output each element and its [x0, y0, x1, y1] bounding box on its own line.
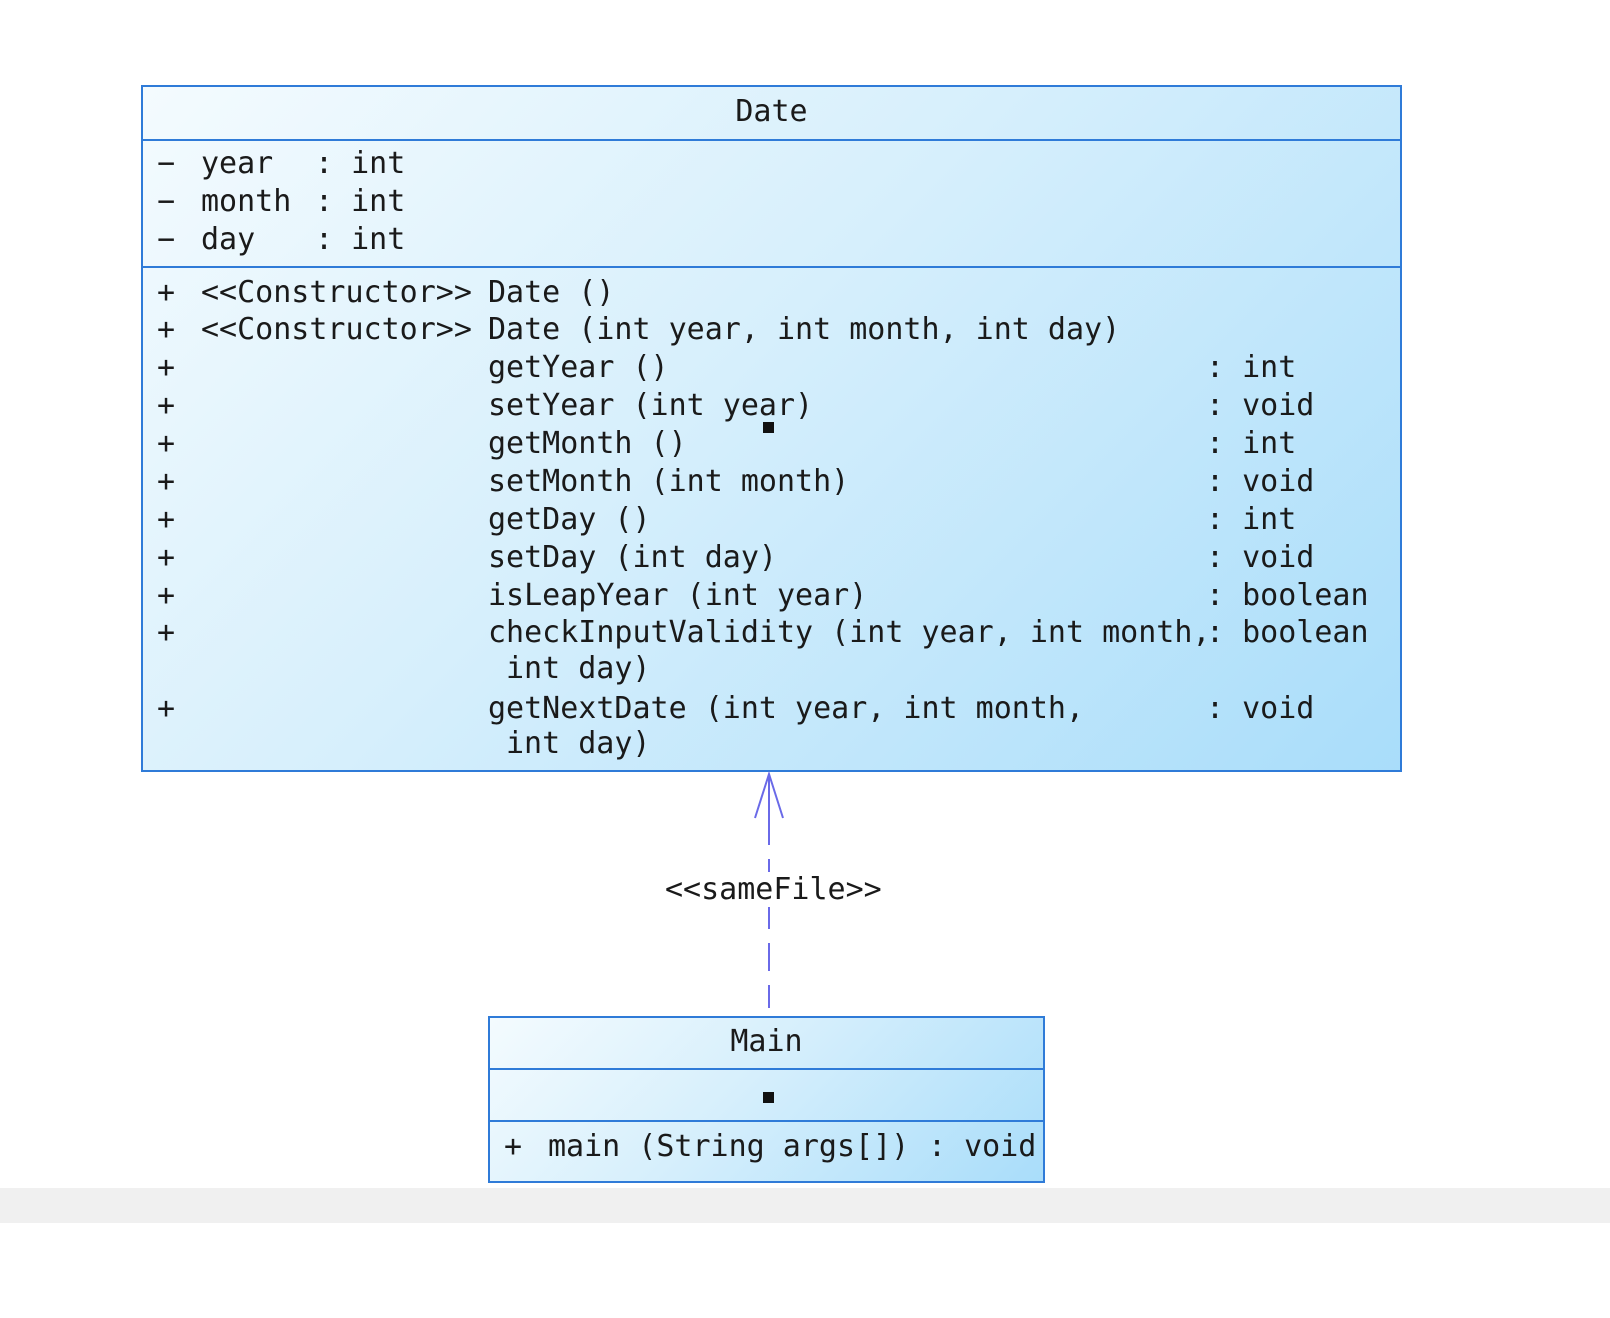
main-class-title: Main: [490, 1018, 1043, 1070]
selection-handle[interactable]: [763, 1092, 774, 1103]
dependency-stereotype-label: <<sameFile>>: [661, 872, 886, 907]
operation-continuation: int day): [506, 726, 651, 761]
operation-continuation: int day): [506, 651, 651, 686]
date-class-title: Date: [143, 87, 1400, 141]
operation-row: + main (String args[]) : void: [504, 1129, 1037, 1164]
bottom-strip: [0, 1188, 1610, 1223]
main-operations-section: + main (String args[]) : void: [490, 1122, 1043, 1181]
date-attributes-section: − year : int − month : int − day : int: [143, 141, 1400, 268]
selection-handle[interactable]: [763, 422, 774, 433]
date-operations-section: + <<Constructor>> Date () + <<Constructo…: [143, 268, 1400, 768]
